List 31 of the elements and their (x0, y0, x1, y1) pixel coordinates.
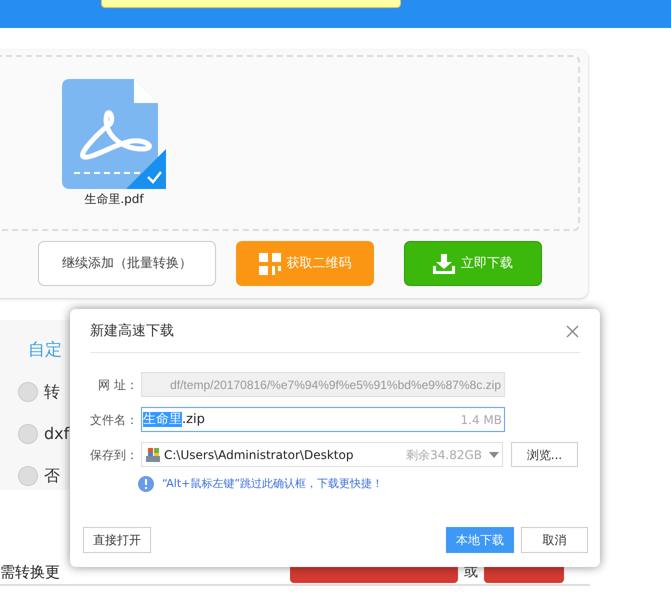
file-name: 生命里.pdf (84, 191, 144, 208)
section-heading: 自定 (28, 339, 63, 362)
add-more-button[interactable]: 继续添加（批量转换） (38, 241, 216, 286)
caret-icon (489, 452, 499, 458)
promo-text: 需转换更 (0, 562, 61, 582)
option-label: 转 (44, 380, 60, 402)
filename-field[interactable]: 生命里.zip 1.4 MB (141, 407, 505, 432)
field-label: 文件名： (89, 412, 138, 428)
save-path: C:\Users\Administrator\Desktop (164, 446, 354, 464)
pdf-file-icon[interactable] (62, 79, 166, 189)
field-label: 网 址： (97, 376, 138, 394)
tip-text: “Alt+鼠标左键”跳过此确认框，下载更快捷！ (162, 476, 384, 492)
close-icon[interactable] (566, 324, 579, 338)
qr-code-icon (258, 252, 280, 274)
free-space: 剩余34.82GB (406, 446, 482, 464)
option-label: dxf (44, 422, 70, 444)
option-label: 否 (44, 464, 60, 486)
field-label: 保存到： (89, 446, 138, 464)
file-size: 1.4 MB (460, 412, 503, 428)
download-icon (433, 254, 455, 274)
info-icon (138, 476, 154, 492)
radio-button[interactable] (18, 466, 38, 486)
cancel-button[interactable]: 取消 (521, 526, 588, 552)
url-field: df/temp/20170816/%e7%94%9f%e5%91%bd%e9%87%8c.zip (141, 372, 505, 397)
radio-button[interactable] (18, 424, 38, 444)
save-path-dropdown[interactable]: C:\Users\Administrator\Desktop 剩余34.82GB (141, 442, 503, 467)
drive-icon (145, 446, 161, 462)
radio-button[interactable] (18, 382, 38, 402)
browse-button[interactable]: 浏览... (511, 442, 578, 467)
open-directly-button[interactable]: 直接打开 (83, 526, 151, 552)
dialog-title: 新建高速下载 (90, 322, 174, 341)
